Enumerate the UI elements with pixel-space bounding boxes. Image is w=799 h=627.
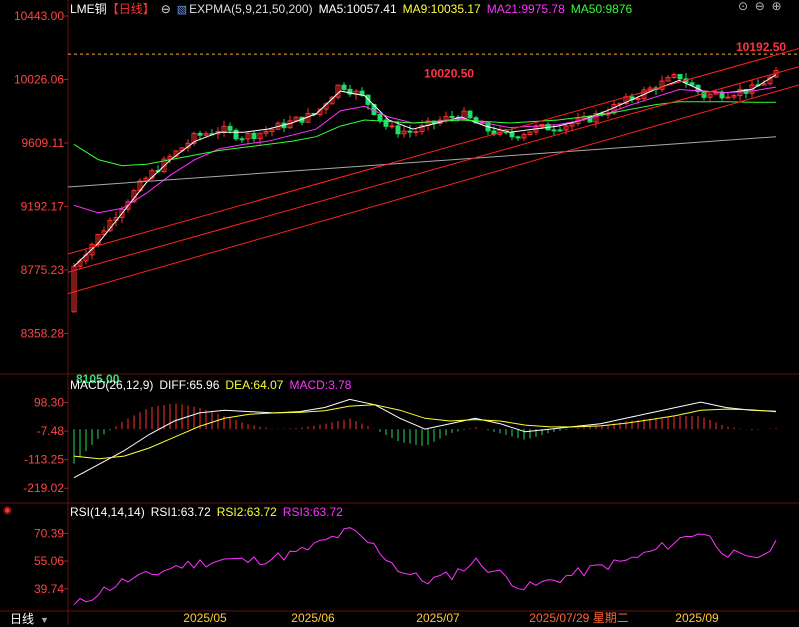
macd-y-tick-label: -113.25	[24, 453, 64, 467]
macd-header: MACD(26,12,9) DIFF:65.96 DEA:64.07 MACD:3.7…	[70, 378, 357, 392]
macd-value: MACD:3.78	[289, 378, 352, 392]
candle-body	[395, 125, 401, 135]
period-footer[interactable]: 日线 ▼	[10, 610, 55, 626]
candle-body	[407, 130, 413, 133]
y-tick-label: 10026.06	[14, 72, 64, 86]
trend-channel-line	[67, 84, 799, 295]
rsi3-value: RSI3:63.72	[282, 505, 343, 519]
candle-body	[239, 138, 245, 141]
macd-y-tick-label: -219.02	[23, 481, 64, 495]
price-annotation: 10192.50	[736, 40, 786, 54]
rsi-name[interactable]: RSI(14,14,14)	[70, 505, 145, 519]
candle-body	[341, 84, 347, 90]
price-annotation: 10020.50	[424, 66, 474, 80]
macd-line-diff	[73, 398, 777, 479]
candle-body	[233, 129, 239, 140]
candle-body	[197, 132, 203, 136]
trend-channel-line	[67, 66, 799, 273]
ma9-label: MA9:10035.17	[402, 2, 481, 16]
candle-body	[701, 91, 707, 98]
symbol-label: LME铜	[70, 2, 107, 16]
candle-body	[725, 96, 731, 99]
y-tick-label: 9609.11	[22, 136, 65, 150]
ma50-label: MA50:9876	[570, 2, 633, 16]
candle-body	[227, 125, 233, 131]
y-tick-label: 8775.23	[21, 263, 65, 277]
dropdown-icon[interactable]: ▼	[40, 615, 49, 625]
panel-grid	[0, 0, 799, 625]
indicator-icon[interactable]: ▧	[177, 4, 187, 16]
window-controls: ⊙ ⊖ ⊕	[738, 0, 782, 13]
maximize-icon[interactable]: ⊕	[771, 0, 781, 13]
rsi-line	[73, 527, 777, 606]
x-tick-label: 2025/06	[291, 611, 335, 625]
rsi-y-tick-label: 55.06	[34, 554, 64, 568]
candle-body	[677, 74, 683, 80]
candle-body	[515, 136, 521, 139]
period-footer-label[interactable]: 日线	[10, 612, 34, 626]
rsi-y-tick-label: 70.39	[34, 526, 64, 540]
macd-line-dea	[73, 404, 777, 460]
ma-line-ma5	[73, 74, 777, 267]
candle-body	[413, 131, 419, 134]
macd-panel	[73, 398, 777, 479]
candle-body	[551, 129, 557, 132]
candle-body	[449, 115, 455, 118]
rsi-panel	[73, 527, 777, 606]
rsi2-value: RSI2:63.72	[216, 505, 277, 519]
x-tick-label: 2025/09	[675, 611, 719, 625]
rsi-header: RSI(14,14,14) RSI1:63.72 RSI2:63.72 RSI3:63…	[70, 505, 349, 519]
chart-stage: 10192.5010020.508105.00 10443.0010026.06…	[0, 0, 799, 625]
rsi-marker-icon[interactable]: ◉	[3, 505, 12, 516]
ma-line-200	[67, 136, 777, 188]
ma21-label: MA21:9975.78	[486, 2, 565, 16]
rsi-y-tick-label: 39.74	[34, 582, 64, 596]
period-badge[interactable]: 【日线】	[107, 2, 155, 16]
y-tick-label: 8358.28	[21, 326, 65, 340]
menu-icon[interactable]: ⊙	[738, 0, 748, 13]
macd-diff: DIFF:65.96	[159, 378, 220, 392]
minimize-icon[interactable]: ⊖	[755, 0, 765, 13]
candle-body	[719, 92, 725, 99]
macd-y-tick-label: -7.48	[37, 424, 65, 438]
macd-dea: DEA:64.07	[225, 378, 284, 392]
x-tick-label: 2025/07	[416, 611, 460, 625]
candle-body	[467, 110, 473, 119]
ma-line-ma21	[73, 86, 777, 214]
x-tick-label: 2025/05	[183, 611, 227, 625]
candle-body	[251, 132, 257, 140]
macd-y-tick-label: 98.30	[34, 396, 64, 410]
y-tick-label: 9192.17	[21, 199, 65, 213]
indicator-main-label[interactable]: EXPMA(5,9,21,50,200)	[189, 2, 312, 16]
candle-body	[377, 113, 383, 121]
ma5-label: MA5:10057.41	[318, 2, 397, 16]
candle-body	[389, 125, 395, 128]
ma-line-ma50	[73, 101, 776, 167]
candle-body	[509, 132, 515, 138]
x-tick-label: 2025/07/29 星期二	[529, 611, 628, 625]
y-tick-label: 10443.00	[14, 9, 64, 23]
settings-icon[interactable]: ⊖	[161, 2, 171, 16]
candlestick-panel: 10192.5010020.508105.00	[67, 40, 799, 386]
candle-body	[557, 129, 563, 132]
main-header: LME铜【日线】 ⊖ ▧ EXPMA(5,9,21,50,200) MA5:10057.…	[70, 0, 638, 16]
rsi1-value: RSI1:63.72	[150, 505, 211, 519]
macd-name[interactable]: MACD(26,12,9)	[70, 378, 153, 392]
